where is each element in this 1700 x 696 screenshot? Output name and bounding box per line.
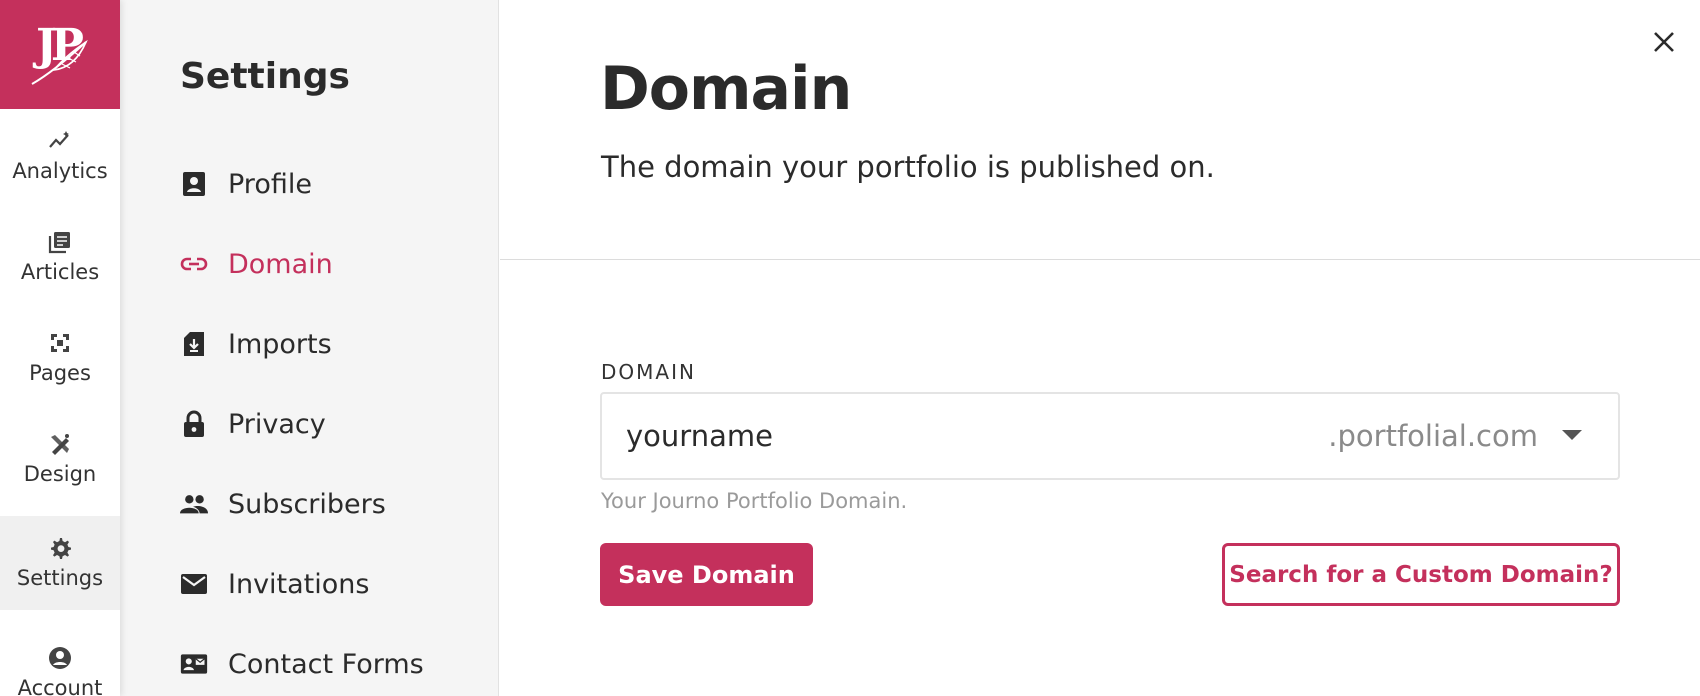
nav-item-contact-forms[interactable]: Contact Forms [180,644,424,684]
search-custom-domain-button[interactable]: Search for a Custom Domain? [1222,543,1620,606]
lock-icon [180,410,208,438]
rail-item-label: Analytics [12,159,108,183]
articles-icon [48,230,72,254]
rail-item-label: Pages [29,361,91,385]
pages-icon [48,331,72,355]
import-icon [180,330,208,358]
feather-icon [31,39,88,85]
nav-item-subscribers[interactable]: Subscribers [180,484,386,524]
link-icon [180,250,208,278]
page-subtitle: The domain your portfolio is published o… [601,150,1215,184]
app-rail: JP Analytics Articles Pages Design Setti… [0,0,120,696]
close-button[interactable] [1646,24,1682,60]
nav-item-label: Profile [228,168,312,200]
domain-field-label: DOMAIN [601,360,696,384]
nav-item-label: Imports [228,328,332,360]
domain-field: .portfolial.com [600,392,1620,480]
nav-item-label: Invitations [228,568,370,600]
gear-icon [48,536,72,560]
save-domain-button[interactable]: Save Domain [600,543,813,606]
rail-item-articles[interactable]: Articles [0,210,120,304]
profile-icon [180,170,208,198]
domain-suffix-select[interactable]: .portfolial.com [1328,394,1538,478]
nav-item-domain[interactable]: Domain [180,244,333,284]
domain-input[interactable] [626,394,1226,478]
nav-item-label: Subscribers [228,488,386,520]
contact-card-icon [180,650,208,678]
rail-item-label: Account [17,676,103,696]
mail-icon [180,570,208,598]
rail-item-label: Articles [20,260,100,284]
section-divider [500,259,1700,260]
domain-settings-panel: Domain The domain your portfolio is publ… [500,0,1700,696]
nav-item-profile[interactable]: Profile [180,164,312,204]
rail-item-label: Settings [16,566,104,590]
chevron-down-icon[interactable] [1562,430,1582,440]
rail-item-design[interactable]: Design [0,412,120,506]
rail-item-analytics[interactable]: Analytics [0,109,120,203]
settings-nav-title: Settings [180,56,350,97]
analytics-icon [48,129,72,153]
nav-item-imports[interactable]: Imports [180,324,332,364]
people-icon [180,490,208,518]
domain-helper-text: Your Journo Portfolio Domain. [601,489,908,513]
rail-item-settings[interactable]: Settings [0,516,120,610]
nav-item-label: Privacy [228,408,326,440]
rail-item-pages[interactable]: Pages [0,311,120,405]
settings-nav: Settings Profile Domain Imports Privacy … [120,0,499,696]
nav-item-privacy[interactable]: Privacy [180,404,326,444]
close-icon [1654,32,1674,52]
brand-logo[interactable]: JP [0,0,120,109]
rail-item-label: Design [23,462,97,486]
nav-item-label: Domain [228,248,333,280]
account-icon [48,646,72,670]
nav-item-label: Contact Forms [228,648,424,680]
rail-item-account[interactable]: Account [0,626,120,696]
nav-item-invitations[interactable]: Invitations [180,564,369,604]
design-icon [48,432,72,456]
page-title: Domain [600,54,852,124]
